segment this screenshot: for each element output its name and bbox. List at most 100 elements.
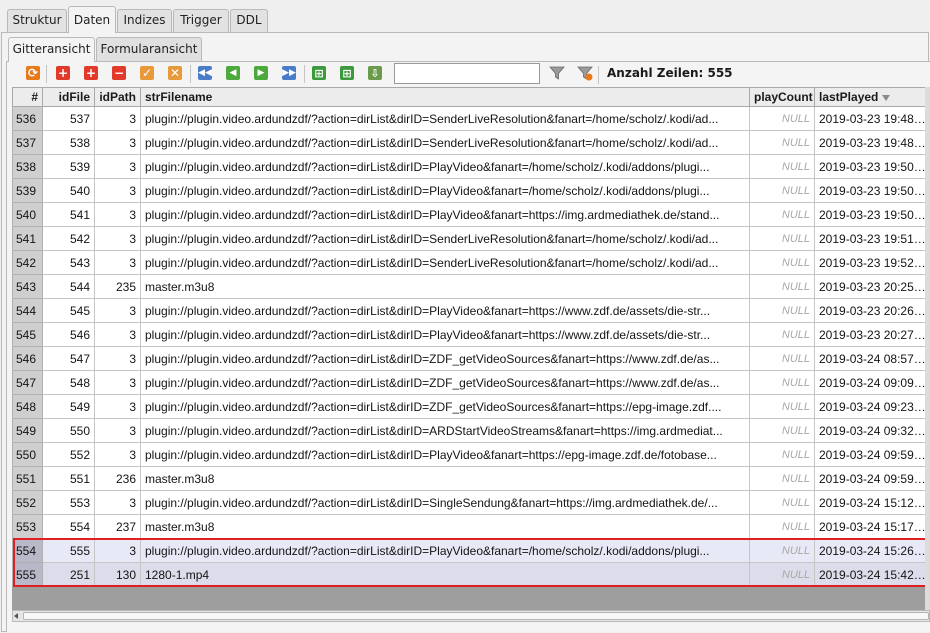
cell-idfile[interactable]: 554 [42,514,95,539]
cell-strfilename[interactable]: plugin://plugin.video.ardundzdf/?action=… [140,226,750,251]
table-row[interactable]: 538 539 3 plugin://plugin.video.ardundzdf/?… [12,154,930,179]
rollback-icon[interactable]: ✕ [166,64,184,82]
last-page-icon[interactable]: ▶▶ [280,64,298,82]
cell-idpath[interactable]: 3 [94,202,141,227]
cell-idpath[interactable]: 3 [94,154,141,179]
cell-idfile[interactable]: 549 [42,394,95,419]
cell-rownum[interactable]: 544 [12,298,43,323]
table-row[interactable]: 536 537 3 plugin://plugin.video.ardundzdf/?… [12,106,930,131]
cell-playcount[interactable]: NULL [749,274,815,299]
cell-idfile[interactable]: 550 [42,418,95,443]
cell-idpath[interactable]: 3 [94,322,141,347]
table-row[interactable]: 541 542 3 plugin://plugin.video.ardundzdf/?… [12,226,930,251]
cell-idfile[interactable]: 541 [42,202,95,227]
cell-playcount[interactable]: NULL [749,178,815,203]
cell-idpath[interactable]: 130 [94,562,141,587]
cell-lastplayed[interactable]: 2019-03-24 09:23:51 [814,394,930,419]
cell-strfilename[interactable]: plugin://plugin.video.ardundzdf/?action=… [140,418,750,443]
cell-playcount[interactable]: NULL [749,130,815,155]
cell-rownum[interactable]: 539 [12,178,43,203]
cell-playcount[interactable]: NULL [749,154,815,179]
cell-strfilename[interactable]: plugin://plugin.video.ardundzdf/?action=… [140,298,750,323]
cell-rownum[interactable]: 546 [12,346,43,371]
cell-playcount[interactable]: NULL [749,538,815,563]
cell-idfile[interactable]: 538 [42,130,95,155]
cell-lastplayed[interactable]: 2019-03-23 20:25:15 [814,274,930,299]
tab-ddl[interactable]: DDL [230,9,268,32]
cell-idpath[interactable]: 3 [94,394,141,419]
cell-lastplayed[interactable]: 2019-03-23 20:26:32 [814,298,930,323]
table-row[interactable]: 549 550 3 plugin://plugin.video.ardundzdf/?… [12,418,930,443]
cell-playcount[interactable]: NULL [749,346,815,371]
table-row[interactable]: 542 543 3 plugin://plugin.video.ardundzdf/?… [12,250,930,275]
cell-lastplayed[interactable]: 2019-03-24 09:32:52 [814,418,930,443]
cell-idfile[interactable]: 540 [42,178,95,203]
cell-idfile[interactable]: 548 [42,370,95,395]
table-row[interactable]: 544 545 3 plugin://plugin.video.ardundzdf/?… [12,298,930,323]
commit-icon[interactable]: ✓ [138,64,156,82]
cell-strfilename[interactable]: plugin://plugin.video.ardundzdf/?action=… [140,346,750,371]
cell-idpath[interactable]: 3 [94,346,141,371]
column-header-playcount[interactable]: playCount [749,87,815,107]
cell-rownum[interactable]: 545 [12,322,43,347]
cell-idpath[interactable]: 3 [94,178,141,203]
table-row[interactable]: 543 544 235 master.m3u8 NULL 2019-03-23 20:25… [12,274,930,299]
cell-idfile[interactable]: 546 [42,322,95,347]
cell-lastplayed[interactable]: 2019-03-23 19:48:25 [814,106,930,131]
cell-lastplayed[interactable]: 2019-03-23 19:50:00 [814,154,930,179]
cell-idpath[interactable]: 3 [94,538,141,563]
cell-strfilename[interactable]: plugin://plugin.video.ardundzdf/?action=… [140,538,750,563]
cell-playcount[interactable]: NULL [749,250,815,275]
cell-strfilename[interactable]: 1280-1.mp4 [140,562,750,587]
cell-strfilename[interactable]: plugin://plugin.video.ardundzdf/?action=… [140,250,750,275]
cell-playcount[interactable]: NULL [749,562,815,587]
cell-rownum[interactable]: 537 [12,130,43,155]
cell-playcount[interactable]: NULL [749,442,815,467]
cell-playcount[interactable]: NULL [749,202,815,227]
cell-rownum[interactable]: 536 [12,106,43,131]
table-row[interactable]: 553 554 237 master.m3u8 NULL 2019-03-24 15:17… [12,514,930,539]
cell-playcount[interactable]: NULL [749,418,815,443]
cell-idfile[interactable]: 555 [42,538,95,563]
cell-strfilename[interactable]: plugin://plugin.video.ardundzdf/?action=… [140,322,750,347]
cell-rownum[interactable]: 541 [12,226,43,251]
cell-idpath[interactable]: 3 [94,130,141,155]
cell-strfilename[interactable]: plugin://plugin.video.ardundzdf/?action=… [140,130,750,155]
table-row[interactable]: 539 540 3 plugin://plugin.video.ardundzdf/?… [12,178,930,203]
cell-playcount[interactable]: NULL [749,490,815,515]
cell-playcount[interactable]: NULL [749,370,815,395]
cell-strfilename[interactable]: master.m3u8 [140,466,750,491]
cell-idpath[interactable]: 3 [94,106,141,131]
grid-edit-icon[interactable]: ⊞ [338,64,356,82]
table-row[interactable]: 555 251 130 1280-1.mp4 NULL 2019-03-24 15:42:… [12,562,930,587]
cell-strfilename[interactable]: plugin://plugin.video.ardundzdf/?action=… [140,370,750,395]
cell-rownum[interactable]: 551 [12,466,43,491]
cell-rownum[interactable]: 549 [12,418,43,443]
cell-lastplayed[interactable]: 2019-03-23 19:48:37 [814,130,930,155]
cell-rownum[interactable]: 540 [12,202,43,227]
cell-rownum[interactable]: 548 [12,394,43,419]
cell-playcount[interactable]: NULL [749,514,815,539]
cell-idpath[interactable]: 236 [94,466,141,491]
cell-lastplayed[interactable]: 2019-03-24 09:59:01 [814,442,930,467]
cell-lastplayed[interactable]: 2019-03-24 15:12:02 [814,490,930,515]
cell-idfile[interactable]: 543 [42,250,95,275]
table-row[interactable]: 545 546 3 plugin://plugin.video.ardundzdf/?… [12,322,930,347]
export-icon[interactable]: ⇩ [366,64,384,82]
cell-playcount[interactable]: NULL [749,298,815,323]
data-grid[interactable]: # idFile idPath strFilename playCount la… [12,87,930,610]
column-header-strfilename[interactable]: strFilename [140,87,750,107]
table-row[interactable]: 550 552 3 plugin://plugin.video.ardundzdf/?… [12,442,930,467]
clear-filter-icon[interactable] [576,64,594,82]
cell-lastplayed[interactable]: 2019-03-23 19:52:00 [814,250,930,275]
first-page-icon[interactable]: ◀◀ [196,64,214,82]
cell-lastplayed[interactable]: 2019-03-24 09:09:21 [814,370,930,395]
cell-rownum[interactable]: 547 [12,370,43,395]
cell-lastplayed[interactable]: 2019-03-23 20:27:57 [814,322,930,347]
add-row-icon[interactable]: + [82,64,100,82]
cell-idfile[interactable]: 539 [42,154,95,179]
previous-page-icon[interactable]: ◀ [224,64,242,82]
cell-strfilename[interactable]: master.m3u8 [140,274,750,299]
cell-playcount[interactable]: NULL [749,106,815,131]
table-row[interactable]: 554 555 3 plugin://plugin.video.ardundzdf/?… [12,538,930,563]
